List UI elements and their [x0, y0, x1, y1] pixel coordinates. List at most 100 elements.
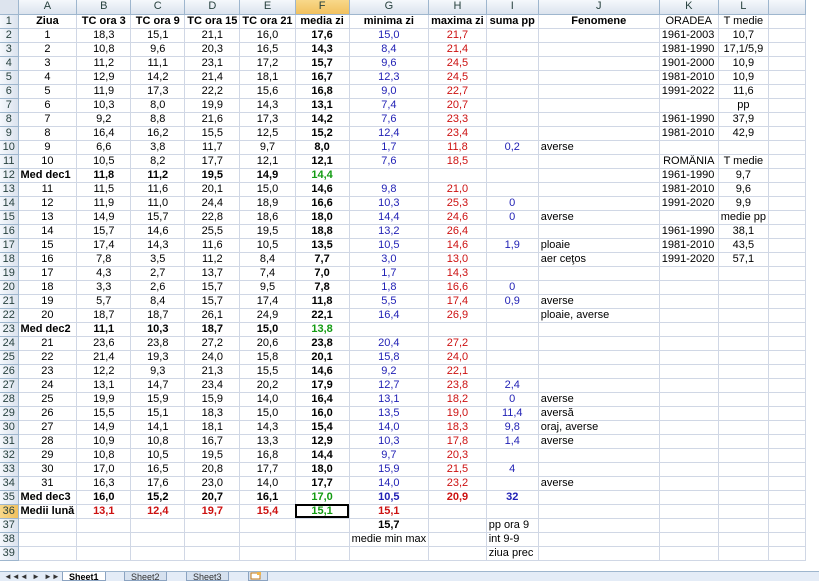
cell[interactable]: 4 — [18, 70, 78, 85]
cell[interactable]: 18,0 — [295, 462, 350, 477]
cell[interactable] — [295, 546, 350, 561]
cell[interactable]: 10,3 — [130, 322, 186, 337]
cell[interactable]: 15,1 — [130, 406, 186, 421]
cell[interactable]: 15,7 — [76, 224, 132, 239]
cell[interactable] — [486, 182, 539, 197]
cell[interactable]: 1,8 — [349, 280, 430, 295]
row-header[interactable]: 12 — [0, 168, 19, 183]
cell[interactable]: 32 — [486, 490, 539, 505]
cell[interactable]: 13,1 — [76, 378, 132, 393]
cell[interactable]: media zi — [295, 14, 350, 29]
cell[interactable] — [768, 532, 806, 547]
cell[interactable] — [768, 490, 806, 505]
cell[interactable]: 26,9 — [428, 308, 487, 323]
cell[interactable] — [659, 392, 719, 407]
cell[interactable]: 11,2 — [184, 252, 241, 267]
cell[interactable]: 0 — [486, 280, 539, 295]
cell[interactable]: 14,1 — [130, 420, 186, 435]
cell[interactable] — [768, 308, 806, 323]
cell[interactable]: averse — [538, 434, 660, 449]
cell[interactable] — [18, 546, 78, 561]
cell[interactable]: 15,7 — [130, 210, 186, 225]
row-header[interactable]: 4 — [0, 56, 19, 71]
cell[interactable] — [659, 518, 719, 533]
row-header[interactable]: 19 — [0, 266, 19, 281]
cell[interactable]: 21,5 — [428, 462, 487, 477]
cell[interactable] — [659, 434, 719, 449]
cell[interactable] — [768, 434, 806, 449]
cell[interactable]: 11,6 — [718, 84, 770, 99]
row-header[interactable]: 31 — [0, 434, 19, 449]
cell[interactable]: 12,5 — [239, 126, 296, 141]
cell[interactable]: 23,1 — [184, 56, 241, 71]
cell[interactable] — [659, 504, 719, 519]
cell[interactable]: 7,8 — [295, 280, 350, 295]
cell[interactable]: 1961-1990 — [659, 168, 719, 183]
cell[interactable]: 20,7 — [428, 98, 487, 113]
cell[interactable]: 16,8 — [239, 448, 296, 463]
cell[interactable]: 22,8 — [184, 210, 241, 225]
cell[interactable]: 13,3 — [239, 434, 296, 449]
cell[interactable]: 14,0 — [239, 476, 296, 491]
select-all-corner[interactable] — [0, 0, 19, 15]
cell[interactable]: 38,1 — [718, 224, 770, 239]
cell[interactable]: 17,7 — [295, 476, 350, 491]
cell[interactable] — [18, 532, 78, 547]
cell[interactable] — [718, 350, 770, 365]
cell[interactable]: 15 — [18, 238, 78, 253]
cell[interactable]: 13,8 — [295, 322, 350, 337]
cell[interactable]: 17 — [18, 266, 78, 281]
cell[interactable]: 9,7 — [239, 140, 296, 155]
cell[interactable]: 11,8 — [295, 294, 350, 309]
cell[interactable]: pp — [718, 98, 770, 113]
cell[interactable] — [768, 336, 806, 351]
cell[interactable]: TC ora 15 — [184, 14, 241, 29]
cell[interactable]: ROMÂNIA — [659, 154, 719, 169]
cell[interactable]: 14,6 — [428, 238, 487, 253]
cell[interactable] — [768, 294, 806, 309]
cell[interactable]: 18,0 — [295, 210, 350, 225]
cell[interactable]: 16,7 — [295, 70, 350, 85]
cell[interactable] — [718, 140, 770, 155]
row-header[interactable]: 24 — [0, 336, 19, 351]
cell[interactable] — [768, 28, 806, 43]
cell[interactable] — [486, 252, 539, 267]
row-header[interactable]: 9 — [0, 126, 19, 141]
column-header-b[interactable]: B — [76, 0, 132, 15]
cell[interactable] — [718, 532, 770, 547]
cell[interactable]: 16,4 — [349, 308, 430, 323]
cell[interactable]: 16,1 — [239, 490, 296, 505]
cell[interactable] — [768, 252, 806, 267]
cell[interactable]: 15,9 — [184, 392, 241, 407]
cell[interactable] — [718, 280, 770, 295]
cell[interactable]: 16,3 — [76, 476, 132, 491]
cell[interactable]: 3,8 — [130, 140, 186, 155]
cell[interactable]: 7,0 — [295, 266, 350, 281]
cell[interactable]: 13,0 — [428, 252, 487, 267]
cell[interactable] — [659, 308, 719, 323]
cell[interactable] — [538, 546, 660, 561]
cell[interactable]: 11 — [18, 182, 78, 197]
cell[interactable]: 22,1 — [295, 308, 350, 323]
row-header[interactable]: 2 — [0, 28, 19, 43]
cell[interactable] — [486, 322, 539, 337]
cell[interactable]: 24,9 — [239, 308, 296, 323]
cell[interactable] — [538, 518, 660, 533]
cell[interactable]: 24,0 — [428, 350, 487, 365]
cell[interactable]: 23,8 — [428, 378, 487, 393]
cell[interactable]: 20,1 — [295, 350, 350, 365]
cell[interactable]: 16,0 — [239, 28, 296, 43]
cell[interactable]: aer ceţos — [538, 252, 660, 267]
cell[interactable]: 18,1 — [239, 70, 296, 85]
cell[interactable]: 8,8 — [130, 112, 186, 127]
cell[interactable]: 20,3 — [184, 42, 241, 57]
cell[interactable]: 11,2 — [130, 168, 186, 183]
cell[interactable]: 10,8 — [76, 448, 132, 463]
cell[interactable]: 10,5 — [130, 448, 186, 463]
cell[interactable]: ziua prec — [486, 546, 539, 561]
column-header-extra[interactable] — [768, 0, 806, 15]
cell[interactable]: 17,4 — [76, 238, 132, 253]
cell[interactable]: averse — [538, 140, 660, 155]
cell[interactable]: 24,5 — [428, 70, 487, 85]
cell[interactable] — [538, 336, 660, 351]
